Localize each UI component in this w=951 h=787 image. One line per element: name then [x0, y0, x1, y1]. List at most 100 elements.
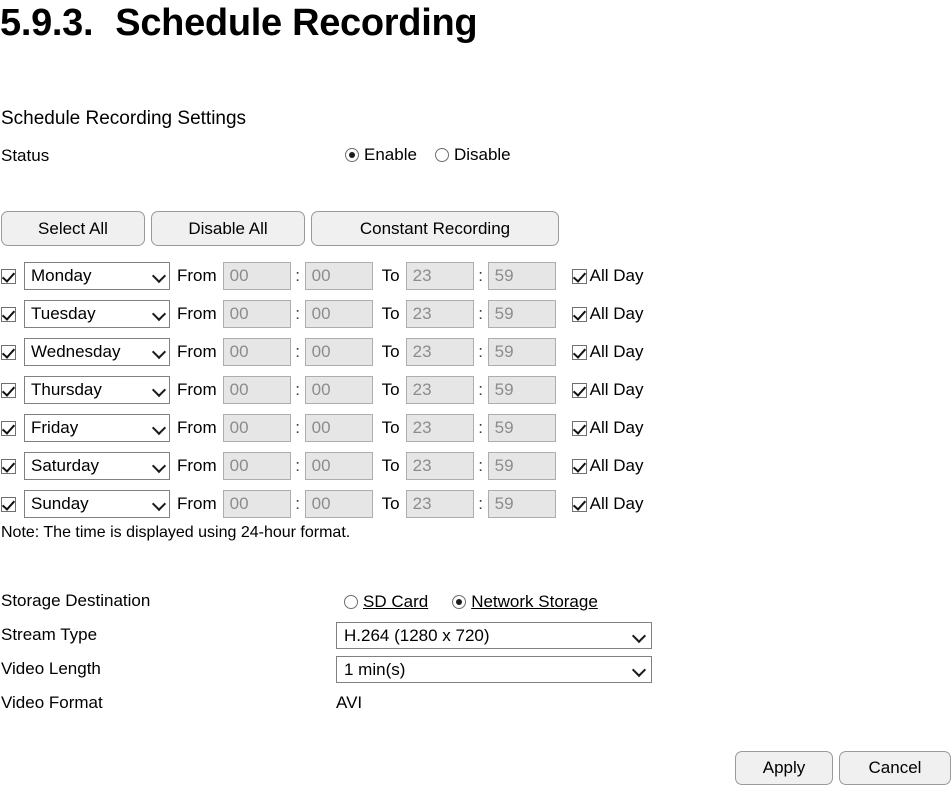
- select-all-button[interactable]: Select All: [1, 211, 145, 246]
- chevron-down-icon: [153, 460, 165, 472]
- from-minute-input[interactable]: 00: [304, 338, 373, 366]
- all-day-label: All Day: [589, 266, 644, 285]
- storage-option-network-storage[interactable]: Network Storage: [452, 592, 598, 612]
- to-minute-input[interactable]: 59: [487, 338, 556, 366]
- day-select[interactable]: Saturday: [24, 452, 170, 480]
- day-select[interactable]: Friday: [24, 414, 170, 442]
- status-option-enable[interactable]: Enable: [345, 145, 417, 165]
- row-enable-checkbox[interactable]: [1, 306, 16, 322]
- all-day-checkbox[interactable]: [571, 496, 587, 512]
- all-day-toggle[interactable]: All Day: [571, 418, 644, 438]
- day-select[interactable]: Thursday: [24, 376, 170, 404]
- from-hour-input[interactable]: 00: [222, 452, 291, 480]
- to-minute-input[interactable]: 59: [487, 490, 556, 518]
- day-select-value: Saturday: [31, 456, 100, 475]
- to-minute-input[interactable]: 59: [487, 452, 556, 480]
- row-enable-checkbox[interactable]: [1, 344, 16, 360]
- chevron-down-icon: [153, 422, 165, 434]
- apply-button[interactable]: Apply: [735, 751, 833, 785]
- to-colon: :: [478, 266, 483, 285]
- from-hour-input[interactable]: 00: [222, 414, 291, 442]
- chevron-down-icon: [153, 384, 165, 396]
- to-label: To: [381, 342, 400, 361]
- day-select-value: Monday: [31, 266, 92, 285]
- video-format-value: AVI: [336, 693, 363, 712]
- to-minute-input[interactable]: 59: [487, 376, 556, 404]
- day-select-value: Thursday: [31, 380, 102, 399]
- row-enable-checkbox[interactable]: [1, 382, 16, 398]
- to-hour-input[interactable]: 23: [405, 262, 474, 290]
- table-row: Saturday From 00 : 00 To 23 : 59 All Day: [1, 447, 644, 485]
- status-option-enable-label: Enable: [364, 145, 417, 164]
- all-day-checkbox[interactable]: [571, 458, 587, 474]
- all-day-toggle[interactable]: All Day: [571, 380, 644, 400]
- day-select[interactable]: Monday: [24, 262, 170, 290]
- all-day-checkbox[interactable]: [571, 344, 587, 360]
- to-hour-input[interactable]: 23: [405, 338, 474, 366]
- disable-all-button[interactable]: Disable All: [151, 211, 305, 246]
- from-minute-input[interactable]: 00: [304, 300, 373, 328]
- from-hour-input[interactable]: 00: [222, 300, 291, 328]
- radio-enable-icon[interactable]: [345, 148, 359, 162]
- to-colon: :: [478, 304, 483, 323]
- from-minute-input[interactable]: 00: [304, 262, 373, 290]
- stream-type-label: Stream Type: [1, 625, 98, 644]
- to-hour-input[interactable]: 23: [405, 414, 474, 442]
- all-day-checkbox[interactable]: [571, 382, 587, 398]
- from-minute-input[interactable]: 00: [304, 376, 373, 404]
- all-day-toggle[interactable]: All Day: [571, 266, 644, 286]
- time-format-note: Note: The time is displayed using 24-hou…: [1, 524, 351, 541]
- chevron-down-icon: [153, 308, 165, 320]
- row-enable-checkbox[interactable]: [1, 268, 16, 284]
- to-colon: :: [478, 342, 483, 361]
- to-minute-input[interactable]: 59: [487, 262, 556, 290]
- table-row: Sunday From 00 : 00 To 23 : 59 All Day: [1, 485, 644, 523]
- day-select-value: Tuesday: [31, 304, 96, 323]
- to-label: To: [381, 266, 400, 285]
- all-day-checkbox[interactable]: [571, 268, 587, 284]
- from-hour-input[interactable]: 00: [222, 376, 291, 404]
- all-day-toggle[interactable]: All Day: [571, 342, 644, 362]
- from-minute-input[interactable]: 00: [304, 452, 373, 480]
- from-hour-input[interactable]: 00: [222, 262, 291, 290]
- from-label: From: [177, 342, 217, 361]
- to-hour-input[interactable]: 23: [405, 300, 474, 328]
- from-minute-input[interactable]: 00: [304, 490, 373, 518]
- status-option-disable[interactable]: Disable: [434, 145, 511, 165]
- day-select[interactable]: Wednesday: [24, 338, 170, 366]
- storage-option-sd-card[interactable]: SD Card: [344, 592, 428, 612]
- from-colon: :: [295, 266, 301, 285]
- from-hour-input[interactable]: 00: [222, 490, 291, 518]
- storage-option-network-storage-label[interactable]: Network Storage: [471, 592, 598, 612]
- to-minute-input[interactable]: 59: [487, 414, 556, 442]
- to-hour-input[interactable]: 23: [405, 376, 474, 404]
- to-hour-input[interactable]: 23: [405, 452, 474, 480]
- cancel-button[interactable]: Cancel: [839, 751, 951, 785]
- all-day-toggle[interactable]: All Day: [571, 456, 644, 476]
- all-day-label: All Day: [589, 380, 644, 399]
- all-day-toggle[interactable]: All Day: [571, 304, 644, 324]
- page-title: 5.9.3. Schedule Recording: [0, 2, 478, 45]
- storage-option-sd-card-label[interactable]: SD Card: [363, 592, 428, 612]
- stream-type-value: H.264 (1280 x 720): [344, 625, 490, 645]
- stream-type-select[interactable]: H.264 (1280 x 720): [336, 622, 652, 649]
- all-day-checkbox[interactable]: [571, 420, 587, 436]
- to-hour-input[interactable]: 23: [405, 490, 474, 518]
- row-enable-checkbox[interactable]: [1, 496, 16, 512]
- day-select[interactable]: Sunday: [24, 490, 170, 518]
- video-length-label: Video Length: [1, 659, 101, 678]
- all-day-toggle[interactable]: All Day: [571, 494, 644, 514]
- from-label: From: [177, 304, 217, 323]
- from-hour-input[interactable]: 00: [222, 338, 291, 366]
- row-enable-checkbox[interactable]: [1, 420, 16, 436]
- video-length-select[interactable]: 1 min(s): [336, 656, 652, 683]
- from-minute-input[interactable]: 00: [304, 414, 373, 442]
- row-enable-checkbox[interactable]: [1, 458, 16, 474]
- all-day-checkbox[interactable]: [571, 306, 587, 322]
- constant-recording-button[interactable]: Constant Recording: [311, 211, 559, 246]
- radio-disable-icon[interactable]: [434, 148, 449, 162]
- to-minute-input[interactable]: 59: [487, 300, 556, 328]
- radio-sd-card-icon[interactable]: [344, 595, 358, 609]
- radio-network-storage-icon[interactable]: [452, 595, 467, 609]
- day-select[interactable]: Tuesday: [24, 300, 170, 328]
